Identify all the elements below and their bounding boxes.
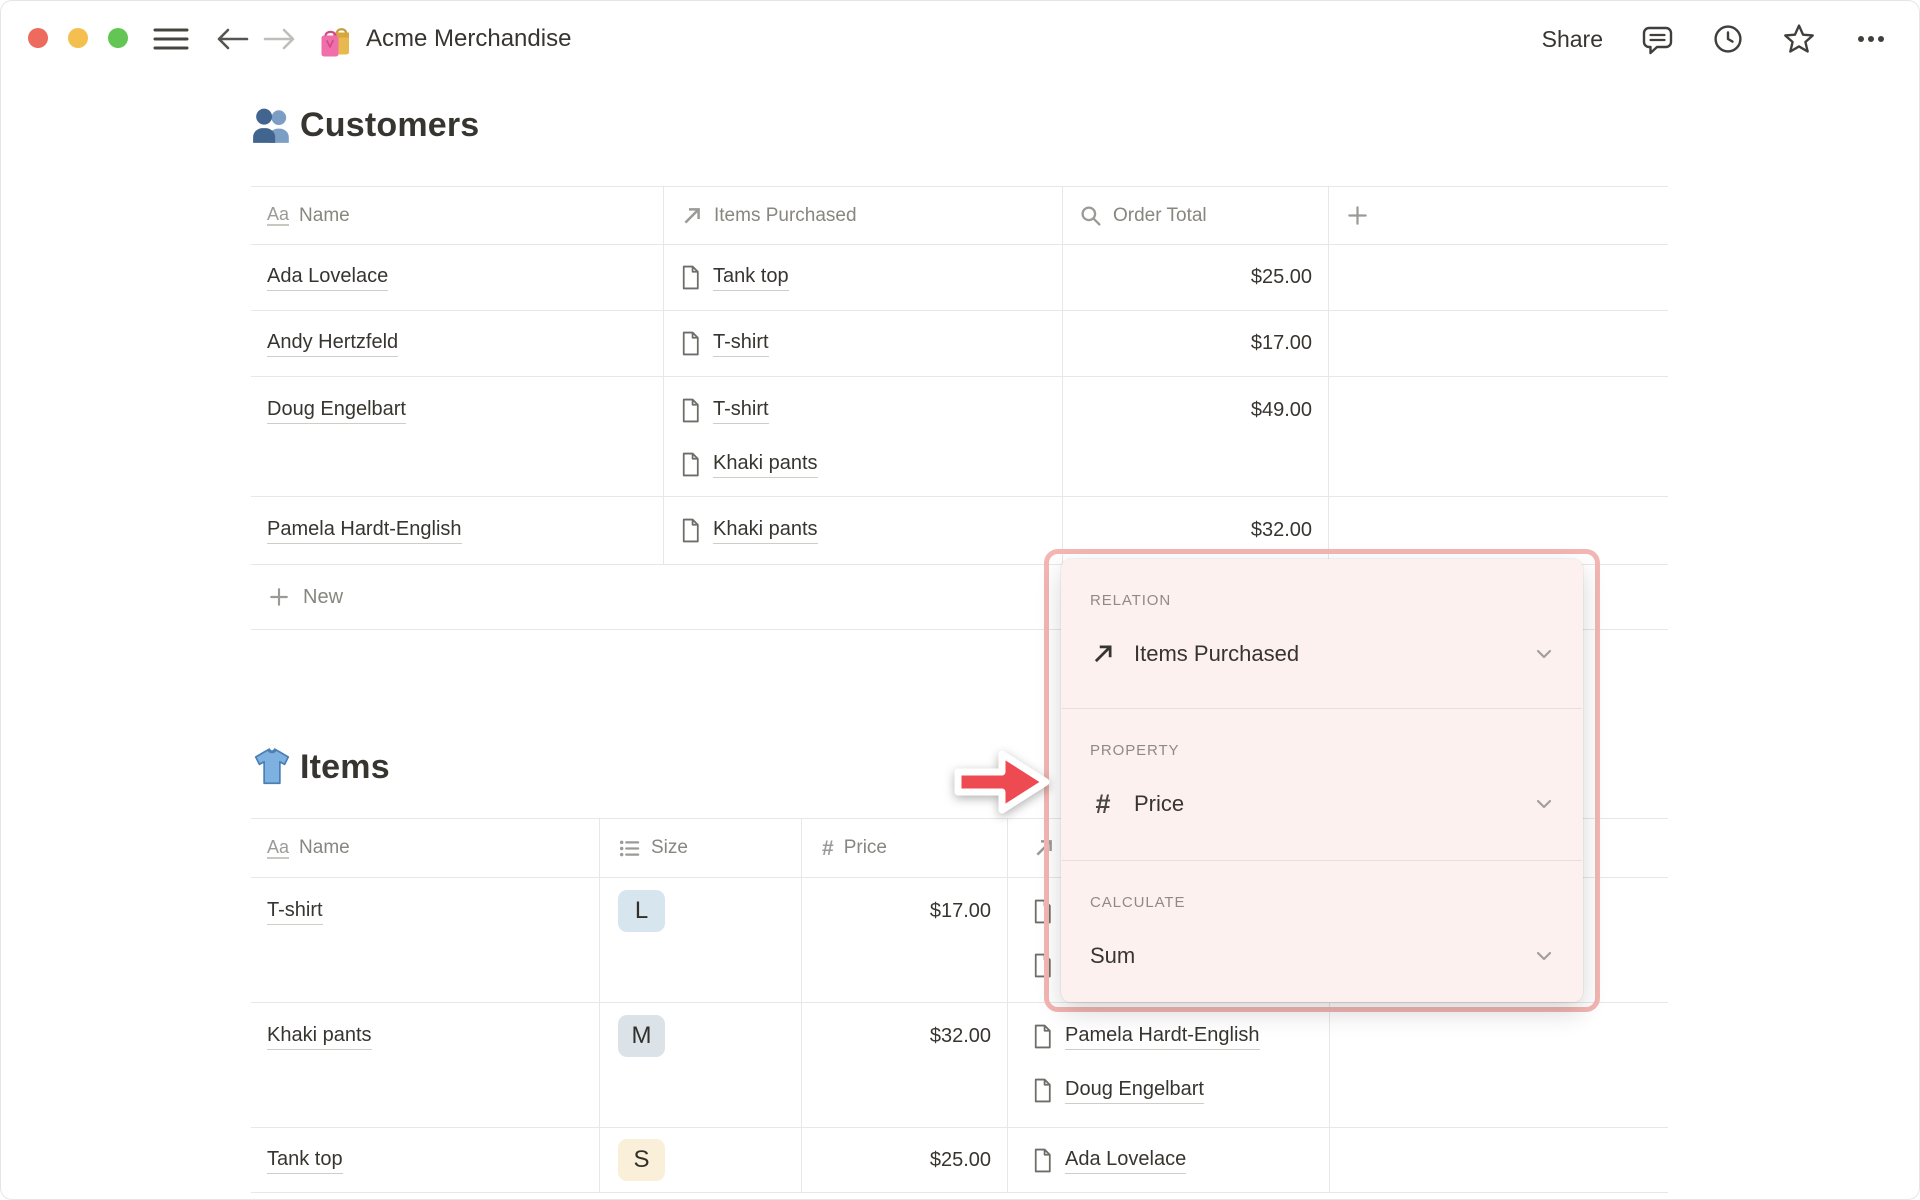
- empty-cell: [1330, 1128, 1668, 1192]
- size-badge: L: [618, 890, 665, 932]
- customer-name-cell[interactable]: Andy Hertzfeld: [251, 311, 664, 376]
- table-row: Andy Hertzfeld T-shirt $17.00: [251, 311, 1668, 377]
- price-cell[interactable]: $25.00: [802, 1128, 1008, 1192]
- tshirt-emoji: [254, 748, 290, 785]
- relation-arrow-icon: [680, 204, 704, 228]
- page-icon: [680, 331, 701, 356]
- customer-name-cell[interactable]: Pamela Hardt-English: [251, 497, 664, 564]
- list-icon: [618, 837, 641, 860]
- price-cell[interactable]: $32.00: [802, 1003, 1008, 1127]
- calculate-select[interactable]: Sum: [1090, 928, 1556, 984]
- order-total-cell[interactable]: $49.00: [1063, 377, 1329, 496]
- text-type-icon: Aa: [267, 204, 290, 226]
- customers-relation-cell[interactable]: Pamela Hardt-English Doug Engelbart: [1008, 1003, 1330, 1127]
- chevron-down-icon: [1532, 642, 1556, 666]
- items-purchased-cell[interactable]: Tank top: [664, 245, 1063, 310]
- column-header-price[interactable]: # Price: [802, 819, 1008, 877]
- titlebar: Acme Merchandise Share: [0, 0, 1920, 78]
- minimize-window-button[interactable]: [68, 28, 88, 48]
- customers-header-row: Aa Name Items Purchased Order Total: [251, 187, 1668, 245]
- items-purchased-cell[interactable]: T-shirt: [664, 311, 1063, 376]
- app-window: Acme Merchandise Share Customers Aa Name…: [0, 0, 1920, 1200]
- chevron-down-icon: [1532, 944, 1556, 968]
- customer-name-cell[interactable]: Doug Engelbart: [251, 377, 664, 496]
- property-select[interactable]: # Price: [1090, 776, 1556, 832]
- property-section-label: PROPERTY: [1090, 742, 1180, 759]
- history-clock-icon[interactable]: [1712, 23, 1744, 55]
- column-header-size[interactable]: Size: [600, 819, 802, 877]
- forward-arrow-icon[interactable]: [262, 26, 298, 52]
- customers-heading-text: Customers: [300, 105, 480, 144]
- chevron-down-icon: [1532, 792, 1556, 816]
- relation-arrow-icon: [1090, 641, 1116, 667]
- order-total-cell[interactable]: $25.00: [1063, 245, 1329, 310]
- price-cell[interactable]: $17.00: [802, 878, 1008, 1002]
- add-column-button[interactable]: [1329, 187, 1668, 244]
- items-purchased-cell[interactable]: Khaki pants: [664, 497, 1063, 564]
- size-cell[interactable]: M: [600, 1003, 802, 1127]
- shopping-bags-emoji: [321, 28, 349, 57]
- customers-relation-cell[interactable]: Ada Lovelace: [1008, 1128, 1330, 1192]
- empty-cell: [1330, 1003, 1668, 1127]
- calculate-section-label: CALCULATE: [1090, 894, 1186, 911]
- empty-cell[interactable]: [1329, 245, 1668, 310]
- favorite-star-icon[interactable]: [1782, 23, 1816, 55]
- order-total-cell[interactable]: $17.00: [1063, 311, 1329, 376]
- page-icon: [1032, 1148, 1053, 1173]
- size-cell[interactable]: L: [600, 878, 802, 1002]
- table-row: Khaki pants M $32.00 Pamela Hardt-Englis…: [251, 1003, 1668, 1128]
- column-header-name[interactable]: Aa Name: [251, 187, 664, 244]
- column-header-name[interactable]: Aa Name: [251, 819, 600, 877]
- empty-cell[interactable]: [1329, 311, 1668, 376]
- items-heading-text: Items: [300, 747, 390, 786]
- back-arrow-icon[interactable]: [214, 26, 250, 52]
- annotation-arrow-icon: [954, 750, 1050, 814]
- rollup-magnifier-icon: [1079, 204, 1103, 228]
- relation-section-label: RELATION: [1090, 592, 1172, 609]
- empty-cell[interactable]: [1329, 377, 1668, 496]
- item-name-cell[interactable]: T-shirt: [251, 878, 600, 1002]
- page-icon: [1032, 1024, 1053, 1049]
- size-badge: M: [618, 1015, 665, 1057]
- page-icon: [680, 518, 701, 543]
- text-type-icon: Aa: [267, 836, 290, 859]
- page-icon: [680, 398, 701, 423]
- item-name-cell[interactable]: Tank top: [251, 1128, 600, 1192]
- column-header-order-total[interactable]: Order Total: [1063, 187, 1329, 244]
- size-cell[interactable]: S: [600, 1128, 802, 1192]
- plus-icon: [1345, 203, 1370, 228]
- column-header-items-purchased[interactable]: Items Purchased: [664, 187, 1063, 244]
- comments-icon[interactable]: [1641, 23, 1674, 55]
- relation-select[interactable]: Items Purchased: [1090, 626, 1556, 682]
- close-window-button[interactable]: [28, 28, 48, 48]
- share-button[interactable]: Share: [1542, 26, 1603, 53]
- more-options-icon[interactable]: [1854, 23, 1888, 55]
- size-badge: S: [618, 1139, 665, 1181]
- customer-name-cell[interactable]: Ada Lovelace: [251, 245, 664, 310]
- item-name-cell[interactable]: Khaki pants: [251, 1003, 600, 1127]
- page-icon: [680, 452, 701, 477]
- items-section-heading: Items: [251, 740, 390, 794]
- hash-icon: #: [1095, 788, 1111, 819]
- page-icon: [680, 265, 701, 290]
- table-row: Ada Lovelace Tank top $25.00: [251, 245, 1668, 311]
- zoom-window-button[interactable]: [108, 28, 128, 48]
- items-purchased-cell[interactable]: T-shirt Khaki pants: [664, 377, 1063, 496]
- hash-icon: #: [822, 836, 834, 860]
- table-row: Doug Engelbart T-shirt Khaki pants $49.0…: [251, 377, 1668, 497]
- busts-in-silhouette-emoji: [253, 108, 289, 143]
- table-row: Tank top S $25.00 Ada Lovelace: [251, 1128, 1668, 1193]
- page-icon: [1032, 1078, 1053, 1103]
- customers-section-heading: Customers: [251, 98, 479, 152]
- rollup-config-popup: RELATION Items Purchased PROPERTY # Pric…: [1061, 559, 1583, 1002]
- sidebar-menu-icon[interactable]: [152, 25, 190, 53]
- page-title[interactable]: Acme Merchandise: [366, 0, 571, 78]
- plus-icon: [267, 585, 291, 609]
